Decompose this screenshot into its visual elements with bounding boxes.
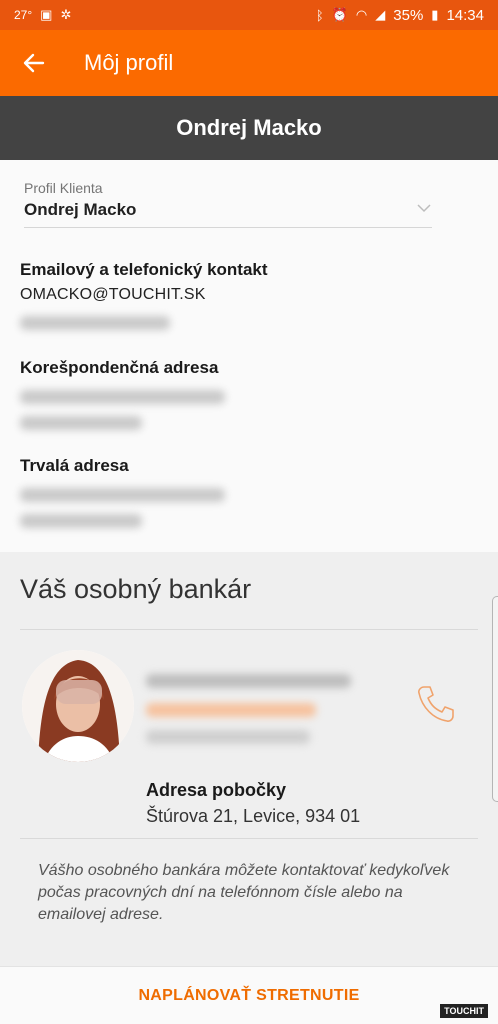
correspondence-line2-redacted xyxy=(20,416,142,430)
permanent-title: Trvalá adresa xyxy=(20,456,129,475)
banker-name-redacted xyxy=(146,674,351,688)
permanent-line2-redacted xyxy=(20,514,142,528)
contact-email: OMACKO@TOUCHIT.SK xyxy=(20,286,206,303)
bluetooth-icon: ᛒ xyxy=(315,7,324,23)
permanent-section: Trvalá adresa xyxy=(20,456,460,528)
branch-divider xyxy=(20,838,478,839)
profile-select-label: Profil Klienta xyxy=(24,180,103,196)
watermark-logo: TOUCHIT xyxy=(440,1004,488,1018)
profile-select-value: Ondrej Macko xyxy=(24,200,137,219)
contact-section: Emailový a telefonický kontakt OMACKO@TO… xyxy=(20,260,460,330)
temperature-text: 27° xyxy=(14,8,33,22)
page-title: Môj profil xyxy=(84,50,174,75)
banker-card: Váš osobný bankár Adresa pobočky Štúrova… xyxy=(0,552,498,966)
permanent-line1-redacted xyxy=(20,488,225,502)
back-arrow-icon xyxy=(23,53,45,73)
profile-name-header: Ondrej Macko xyxy=(0,96,498,160)
correspondence-line1-redacted xyxy=(20,390,225,404)
scroll-handle[interactable] xyxy=(492,596,498,802)
contact-title: Emailový a telefonický kontakt xyxy=(20,260,268,279)
profile-select[interactable]: Profil Klienta Ondrej Macko xyxy=(24,180,432,228)
status-right: ᛒ ⏰ ◠ ◢ 35% ▮ 14:34 xyxy=(316,7,484,24)
alarm-icon: ⏰ xyxy=(331,7,348,22)
chevron-down-icon xyxy=(417,204,431,213)
schedule-meeting-button[interactable]: NAPLÁNOVAŤ STRETNUTIE xyxy=(138,987,359,1005)
status-left: 27° ▣ ✲ xyxy=(14,7,316,23)
signal-icon: ◢ xyxy=(375,7,386,22)
battery-icon: ▮ xyxy=(431,7,439,22)
call-banker-button[interactable] xyxy=(413,682,457,726)
correspondence-title: Korešpondenčná adresa xyxy=(20,358,219,377)
bottom-action-bar: NAPLÁNOVAŤ STRETNUTIE TOUCHIT xyxy=(0,966,498,1024)
clock-text: 14:34 xyxy=(446,6,484,24)
correspondence-section: Korešpondenčná adresa xyxy=(20,358,460,430)
back-button[interactable] xyxy=(0,30,60,96)
banker-email-redacted xyxy=(146,730,310,744)
branch-title: Adresa pobočky xyxy=(146,780,287,800)
phone-icon xyxy=(418,686,454,722)
contact-phone-redacted xyxy=(20,316,170,330)
banker-note: Vášho osobného bankára môžete kontaktova… xyxy=(38,862,450,923)
fan-icon: ✲ xyxy=(60,7,72,22)
wifi-icon: ◠ xyxy=(355,7,368,22)
banker-phone-redacted xyxy=(146,703,316,717)
image-icon: ▣ xyxy=(40,7,53,22)
app-bar: Môj profil xyxy=(0,30,498,96)
avatar xyxy=(22,650,134,762)
banker-divider xyxy=(20,629,478,630)
banker-title: Váš osobný bankár xyxy=(20,574,252,604)
branch-address: Štúrova 21, Levice, 934 01 xyxy=(146,806,361,826)
status-bar: 27° ▣ ✲ ᛒ ⏰ ◠ ◢ 35% ▮ 14:34 xyxy=(0,0,498,30)
banker-photo xyxy=(22,650,134,762)
battery-text: 35% xyxy=(393,6,424,24)
